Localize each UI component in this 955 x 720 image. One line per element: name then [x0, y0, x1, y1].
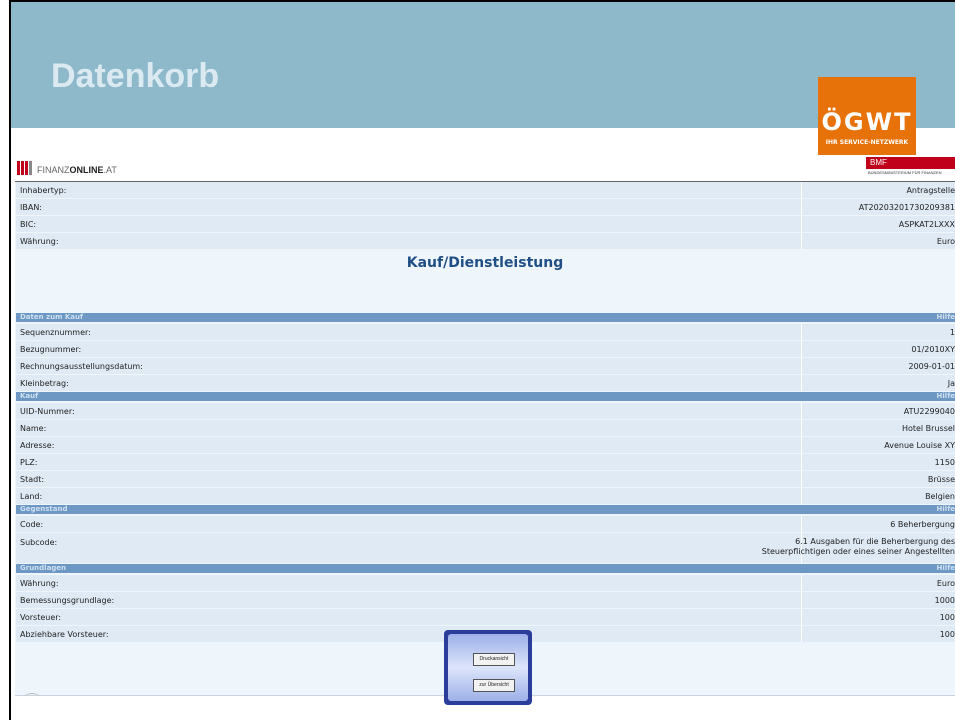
bmf-logo: BMF	[866, 157, 955, 169]
finanzonline-logo-icon	[17, 161, 33, 175]
section-header-kauf: Kauf Hilfe	[16, 392, 955, 401]
overview-button[interactable]: zur Übersicht	[473, 679, 515, 692]
table-row: Subcode: 6.1 Ausgaben für die Beherbergu…	[16, 533, 955, 563]
bmf-logo-subtext: BUNDESMINISTERIUM FÜR FINANZEN	[868, 170, 942, 175]
page-heading: Kauf/Dienstleistung	[406, 255, 564, 271]
help-link[interactable]: Hilfe	[937, 392, 955, 401]
section-header-grundlagen: Grundlagen Hilfe	[16, 564, 955, 573]
table-row: UID-Nummer: ATU2299040	[16, 403, 955, 419]
table-row: Code: 6 Beherbergung	[16, 516, 955, 532]
section-header-gegenstand: Gegenstand Hilfe	[16, 505, 955, 514]
help-link[interactable]: Hilfe	[937, 505, 955, 514]
section-header-daten-zum-kauf: Daten zum Kauf Hilfe	[16, 313, 955, 322]
table-row: Rechnungsausstellungsdatum: 2009-01-01	[16, 358, 955, 374]
table-row: Bezugnummer: 01/2010XY	[16, 341, 955, 357]
table-row: Vorsteuer: 100	[16, 609, 955, 625]
decorative-arc	[24, 693, 40, 702]
table-row: Sequenznummer: 1	[16, 324, 955, 340]
help-link[interactable]: Hilfe	[937, 564, 955, 573]
finanzonline-screenshot: FINANZONLINE.AT BMF BUNDESMINISTERIUM FÜ…	[15, 155, 955, 695]
table-row: Land: Belgien	[16, 488, 955, 504]
info-row: Währung: Euro	[16, 233, 955, 249]
slide-header-band: Datenkorb	[11, 2, 955, 128]
table-row: Bemessungsgrundlage: 1000	[16, 592, 955, 608]
print-view-button[interactable]: Druckansicht	[473, 653, 515, 666]
finanzonline-brand: FINANZONLINE.AT	[37, 165, 117, 175]
button-panel-inner: Druckansicht zur Übersicht	[448, 634, 528, 701]
slide-title: Datenkorb	[51, 57, 220, 95]
slide: Datenkorb ÖGWT IHR SERVICE-NETZWERK FINA…	[0, 0, 955, 720]
table-row: PLZ: 1150	[16, 454, 955, 470]
finanzonline-header: FINANZONLINE.AT BMF BUNDESMINISTERIUM FÜ…	[15, 155, 955, 181]
oegwt-logo-subtext: IHR SERVICE-NETZWERK	[825, 139, 909, 146]
table-row: Name: Hotel Brussel	[16, 420, 955, 436]
table-row: Adresse: Avenue Louise XY	[16, 437, 955, 453]
table-row: Kleinbetrag: Ja	[16, 375, 955, 391]
info-row: Inhabertyp: Antragstelle	[16, 182, 955, 198]
info-row: BIC: ASPKAT2LXXX	[16, 216, 955, 232]
help-link[interactable]: Hilfe	[937, 313, 955, 322]
oegwt-logo-text: ÖGWT	[821, 108, 913, 136]
oegwt-logo: ÖGWT IHR SERVICE-NETZWERK	[818, 77, 916, 155]
info-row: IBAN: AT20203201730209381	[16, 199, 955, 215]
button-panel: Druckansicht zur Übersicht	[444, 630, 532, 705]
table-row: Währung: Euro	[16, 575, 955, 591]
table-row: Stadt: Brüsse	[16, 471, 955, 487]
